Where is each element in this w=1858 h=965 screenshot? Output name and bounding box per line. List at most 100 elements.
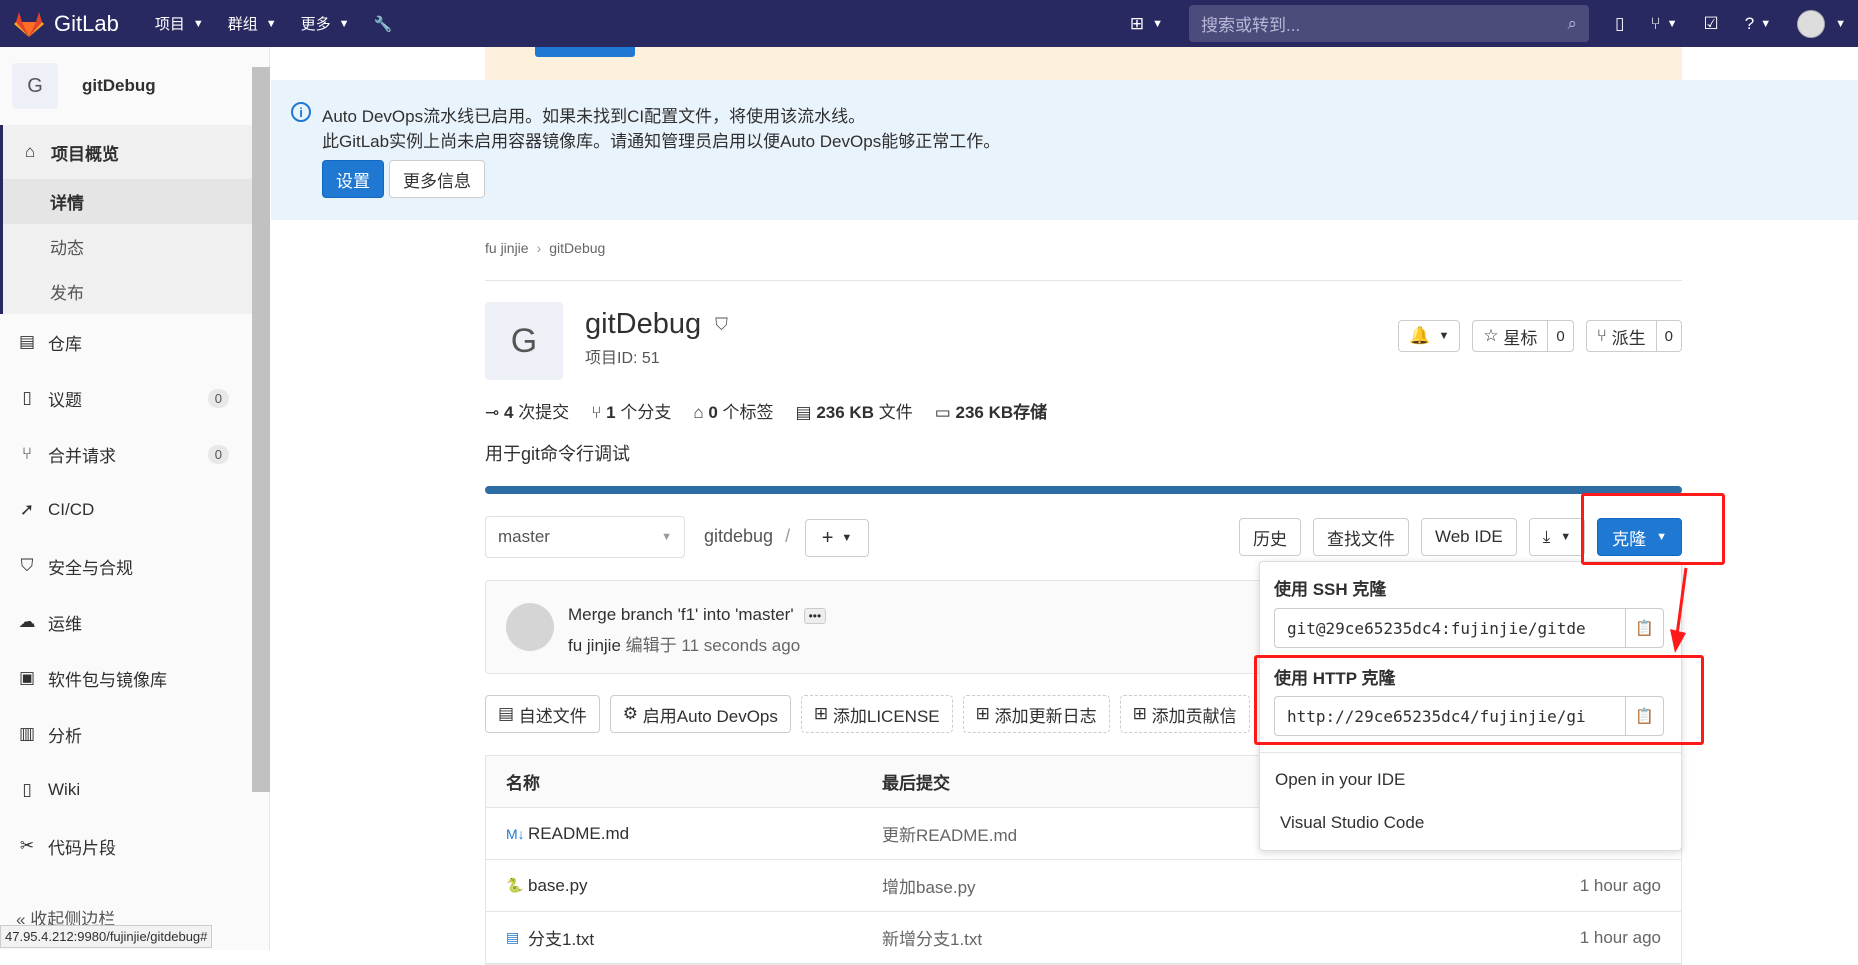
copy-ssh-button[interactable]: 📋 [1625,609,1663,647]
gitlab-logo[interactable]: GitLab [14,10,119,38]
new-item-dropdown[interactable]: ⊞ ▼ [1130,14,1163,34]
sidebar-item-packages[interactable]: ▣ 软件包与镜像库 [0,650,269,706]
nav-projects[interactable]: 项目 ▼ [155,13,204,34]
project-id: 项目ID: 51 [585,350,660,367]
page-title: gitDebug ⛉ [585,308,728,341]
banner-button[interactable] [535,47,635,57]
file-time: 1 hour ago [1579,927,1661,947]
fork-count[interactable]: 0 [1655,321,1681,351]
user-avatar[interactable] [1797,9,1826,38]
stat-commits[interactable]: ⊸ 4 次提交 [485,398,569,423]
more-info-button[interactable]: 更多信息 [389,160,485,198]
sidebar-scrollbar[interactable] [252,67,270,792]
breadcrumb-project[interactable]: gitDebug [549,240,605,256]
sidebar-project-name: gitDebug [82,76,156,95]
count-badge: 0 [207,444,229,464]
sidebar-item-label: 项目概览 [51,144,119,164]
branch-name: master [498,527,550,546]
branch-icon: ⑂ [591,403,602,422]
file-name[interactable]: 分支1.txt [528,925,594,950]
stat-tags[interactable]: ⌂ 0 个标签 [693,398,773,423]
sidebar-project-header[interactable]: G gitDebug [0,47,269,125]
help-dropdown[interactable]: ? ▼ [1745,14,1771,34]
nav-groups[interactable]: 群组 ▼ [228,13,277,34]
file-commit[interactable]: 增加base.py [882,873,1482,898]
chevron-down-icon[interactable]: ▼ [1835,18,1846,30]
merge-request-dropdown[interactable]: ⑂ ▼ [1650,14,1677,34]
stat-branches[interactable]: ⑂ 1 个分支 [591,398,671,423]
commits-label: 次提交 [518,403,570,422]
file-name[interactable]: base.py [528,876,588,896]
file-name[interactable]: README.md [528,824,629,844]
sidebar-item-analytics[interactable]: ▥ 分析 [0,706,269,762]
storage-icon: ▭ [934,403,951,422]
plus-square-icon: ⊞ [1129,13,1145,33]
ssh-url-field[interactable]: git@29ce65235dc4:fujinjie/gitde 📋 [1274,608,1664,648]
sidebar-item-snippets[interactable]: ✂ 代码片段 [0,818,269,874]
star-count[interactable]: 0 [1547,321,1572,351]
file-commit[interactable]: 新增分支1.txt [882,925,1482,950]
repo-path-root[interactable]: gitdebug [704,526,773,546]
author-avatar[interactable] [506,603,554,651]
sidebar-item-issues[interactable]: ▯ 议题 0 [0,370,269,426]
sidebar-item-operations[interactable]: ☁ 运维 [0,594,269,650]
chevron-down-icon: ▼ [338,17,350,30]
ellipsis-button[interactable]: ••• [803,608,827,624]
table-row[interactable]: ▤ 分支1.txt 新增分支1.txt 1 hour ago [486,912,1681,964]
vscode-option[interactable]: Visual Studio Code [1280,813,1424,833]
sidebar-item-wiki[interactable]: ▯ Wiki [0,762,269,818]
sidebar-sub-releases[interactable]: 发布 [3,269,269,314]
count-badge: 0 [207,388,229,408]
todos-icon[interactable]: ☑ [1704,14,1719,34]
add-dropdown[interactable]: + ▼ [805,519,869,557]
branch-selector[interactable]: master ▼ [485,516,685,558]
stat-storage[interactable]: ▭ 236 KB存储 [935,398,1047,423]
sidebar-item-merge-requests[interactable]: ⑂ 合并请求 0 [0,426,269,482]
add-license-button[interactable]: ⊞ 添加LICENSE [800,695,953,733]
readme-button[interactable]: ▤ 自述文件 [485,695,600,733]
commit-author[interactable]: fu jinjie [568,636,621,655]
text-file-icon: ▤ [506,929,520,945]
brand-name: GitLab [54,10,119,36]
rocket-icon: ➚ [19,500,35,519]
sidebar-item-security[interactable]: ⛉ 安全与合规 [0,538,269,594]
auto-devops-alert: i Auto DevOps流水线已启用。如果未找到CI配置文件，将使用该流水线。… [271,80,1858,220]
web-ide-button[interactable]: Web IDE [1420,518,1517,556]
book-icon: ▯ [22,780,32,799]
history-button[interactable]: 历史 [1238,518,1301,556]
plus-square-icon: ⊞ [975,704,990,723]
settings-button[interactable]: 设置 [322,160,384,198]
issues-icon[interactable]: ▯ [1615,14,1624,34]
breadcrumb-owner[interactable]: fu jinjie [485,240,529,256]
star-label: 星标 [1503,328,1538,348]
nav-more[interactable]: 更多 ▼ [301,13,350,34]
sidebar-item-cicd[interactable]: ➚ CI/CD [0,482,269,538]
sidebar-sub-details[interactable]: 详情 [3,179,269,224]
add-contributing-button[interactable]: ⊞ 添加贡献信 [1119,695,1250,733]
clipboard-icon: 📋 [1635,620,1654,637]
enable-auto-devops-button[interactable]: ⚙ 启用Auto DevOps [609,695,791,733]
wrench-icon[interactable]: 🔧 [374,15,393,33]
commit-author-row: fu jinjie 编辑于 11 seconds ago [568,631,800,656]
star-button[interactable]: ☆ 星标 0 [1472,320,1574,352]
commit-message[interactable]: Merge branch 'f1' into 'master' [568,605,794,624]
notification-dropdown[interactable]: 🔔 ▼ [1398,320,1461,352]
visibility-shield-icon: ⛉ [715,314,728,334]
warning-banner [485,47,1682,80]
find-file-button[interactable]: 查找文件 [1312,518,1409,556]
sidebar-item-repository[interactable]: ▤ 仓库 [0,314,269,370]
nav-groups-label: 群组 [227,16,258,33]
download-dropdown[interactable]: ⤓ ▼ [1528,518,1586,556]
sidebar-sub-activity[interactable]: 动态 [3,224,269,269]
stat-files[interactable]: ▤ 236 KB 文件 [796,398,913,423]
ssh-url[interactable]: git@29ce65235dc4:fujinjie/gitde [1275,609,1625,647]
sidebar-item-label: CI/CD [48,500,95,519]
add-changelog-button[interactable]: ⊞ 添加更新日志 [962,695,1110,733]
cloud-icon: ☁ [18,612,36,631]
add-changelog-label: 添加更新日志 [994,706,1097,726]
search-input[interactable]: 搜索或转到... ⌕ [1189,5,1590,42]
table-row[interactable]: 🐍 base.py 增加base.py 1 hour ago [486,860,1681,912]
sidebar-item-overview[interactable]: ⌂ 项目概览 [3,125,269,179]
fork-button[interactable]: ⑂ 派生 0 [1585,320,1682,352]
top-navbar: GitLab 项目 ▼ 群组 ▼ 更多 ▼ 🔧 ⊞ ▼ 搜索或转到... ⌕ ▯ ⑂ ▼ … [0,0,1858,47]
